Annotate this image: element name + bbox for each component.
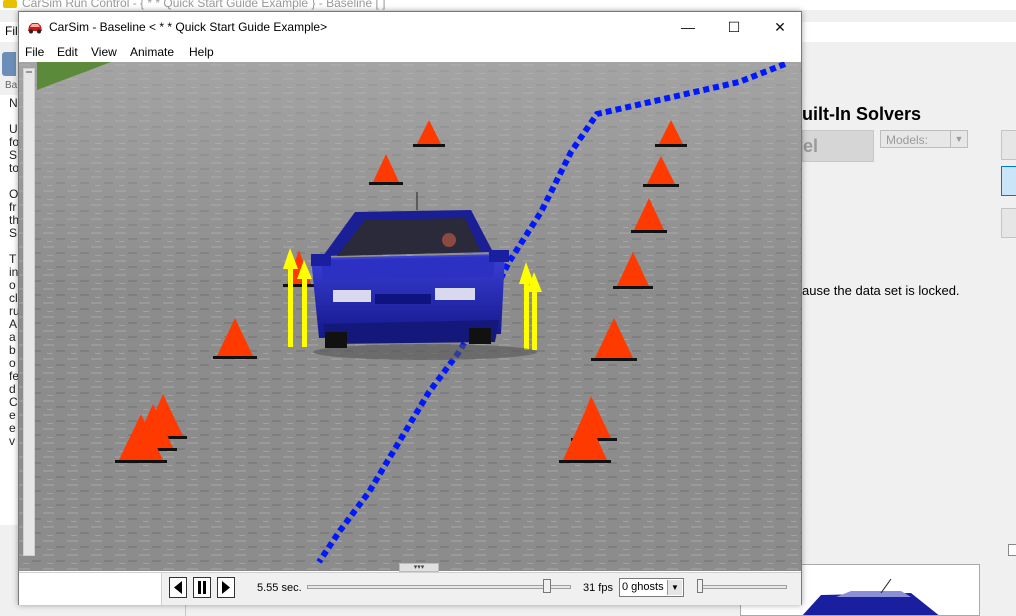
bg-window-titlebar: CarSim Run Control - { * * Quick Start G… (0, 0, 1016, 10)
pane-splitter-handle[interactable]: ▾▾▾ (399, 563, 439, 572)
animation-viewport[interactable] (19, 62, 801, 571)
play-icon (222, 581, 230, 594)
scene-3d (19, 62, 801, 571)
animator-window: CarSim - Baseline < * * Quick Start Guid… (18, 11, 802, 605)
bg-right-button-1[interactable] (1001, 130, 1016, 160)
controls-blank-area (19, 573, 162, 605)
bg-back-label: Ba (5, 80, 18, 91)
back-arrow-icon[interactable] (2, 52, 16, 76)
bg-solvers-heading: uilt-In Solvers (802, 104, 922, 124)
play-button[interactable] (217, 577, 235, 598)
ghosts-selected: 0 ghosts (622, 581, 664, 593)
time-slider-thumb[interactable] (542, 579, 551, 593)
window-title: CarSim - Baseline < * * Quick Start Guid… (49, 20, 328, 34)
ghost-slider-track[interactable] (697, 585, 787, 589)
car-app-icon (28, 23, 42, 34)
menu-edit[interactable]: Edit (57, 45, 78, 59)
bg-models-dropdown[interactable]: Models: ▼ (880, 130, 968, 148)
minimize-button[interactable]: — (665, 12, 711, 42)
menu-help[interactable]: Help (189, 45, 214, 59)
bg-model-button[interactable]: el (802, 130, 874, 162)
pause-icon (198, 581, 206, 594)
time-readout: 5.55 sec. (257, 582, 302, 594)
close-button[interactable]: ✕ (757, 12, 803, 42)
bg-locked-message: ause the data set is locked. (802, 283, 960, 298)
chevron-down-icon: ▼ (950, 131, 967, 147)
maximize-button[interactable]: ☐ (711, 12, 757, 42)
chevron-down-icon: ▼ (667, 580, 682, 595)
playback-controls: 5.55 sec. 31 fps 0 ghosts ▼ (19, 572, 801, 605)
bg-window-title: CarSim Run Control - { * * Quick Start G… (22, 0, 386, 10)
window-titlebar[interactable]: CarSim - Baseline < * * Quick Start Guid… (19, 12, 801, 42)
bg-checkbox[interactable] (1008, 544, 1016, 556)
menu-animate[interactable]: Animate (130, 45, 174, 59)
pause-button[interactable] (193, 577, 211, 598)
bg-right-button-2[interactable] (1001, 166, 1016, 196)
fps-readout: 31 fps (583, 582, 613, 594)
time-slider-track[interactable] (307, 585, 571, 589)
ghosts-dropdown[interactable]: 0 ghosts ▼ (619, 578, 684, 597)
carsim-app-icon (3, 0, 17, 8)
bg-right-button-3[interactable] (1001, 208, 1016, 238)
menu-view[interactable]: View (91, 45, 117, 59)
ghost-slider-thumb[interactable] (697, 579, 703, 593)
viewport-scrollbar[interactable] (23, 68, 35, 556)
step-back-button[interactable] (169, 577, 187, 598)
menu-file[interactable]: File (25, 45, 44, 59)
bg-models-label: Models: (886, 133, 929, 147)
play-reverse-icon (174, 581, 182, 594)
menubar: File Edit View Animate Help (19, 42, 801, 62)
